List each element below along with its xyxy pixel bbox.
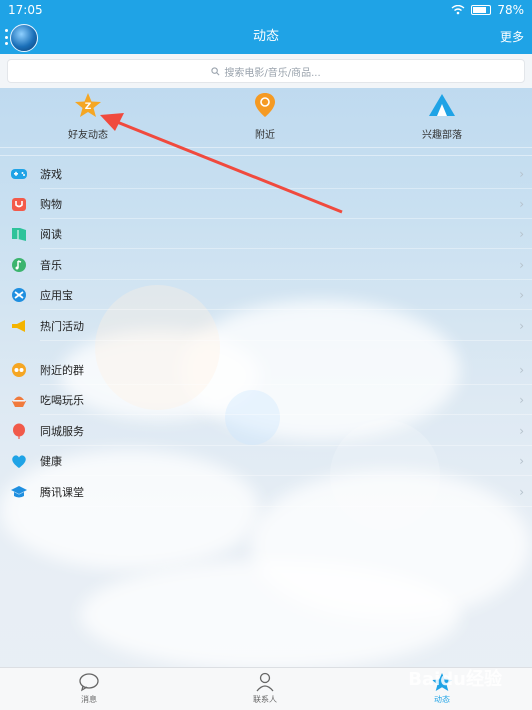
tab-label: 动态 [434, 695, 450, 704]
list-item-label: 健康 [40, 455, 62, 468]
location-pin-icon [255, 93, 275, 117]
tab-contacts[interactable]: 联系人 [225, 672, 305, 705]
cloud-decoration [80, 560, 460, 670]
chevron-right-icon: › [519, 258, 524, 272]
chevron-right-icon: › [519, 197, 524, 211]
megaphone-icon [12, 320, 25, 332]
chevron-right-icon: › [519, 424, 524, 438]
list-item-label: 音乐 [40, 259, 62, 272]
chevron-right-icon: › [519, 288, 524, 302]
message-bubble-icon [79, 673, 99, 692]
search-placeholder: 搜索电影/音乐/商品... [224, 67, 321, 79]
app-store-icon [12, 288, 26, 302]
tent-icon [429, 94, 455, 116]
heart-icon [12, 455, 26, 468]
app-header: 动态 更多 [0, 20, 532, 54]
status-bar: 17:05 78% [0, 0, 532, 20]
status-time: 17:05 [8, 3, 43, 17]
graduation-icon [11, 486, 27, 498]
star-z-icon: Z [75, 93, 101, 117]
shortcut-friends-feed[interactable]: Z 好友动态 [28, 92, 148, 141]
list-item[interactable]: 音乐 › [0, 250, 532, 280]
page-title: 动态 [252, 29, 279, 44]
music-icon [12, 258, 26, 272]
book-icon [12, 228, 26, 241]
list-item[interactable]: 吃喝玩乐 › [0, 385, 532, 415]
tab-messages[interactable]: 消息 [49, 672, 129, 705]
shortcut-label: 兴趣部落 [422, 130, 462, 141]
list-item-label: 游戏 [40, 168, 62, 181]
list-item[interactable]: 附近的群 › [0, 355, 532, 385]
chevron-right-icon: › [519, 363, 524, 377]
list-item[interactable]: 购物 › [0, 189, 532, 219]
wifi-icon [451, 5, 465, 15]
list-item-label: 吃喝玩乐 [40, 394, 84, 407]
battery-percent: 78% [497, 3, 524, 17]
list-item-label: 阅读 [40, 228, 62, 241]
divider [40, 248, 532, 249]
divider [40, 340, 532, 341]
divider [40, 309, 532, 310]
list-item-label: 应用宝 [40, 289, 73, 302]
list-item[interactable]: 健康 › [0, 446, 532, 476]
shortcut-label: 好友动态 [68, 130, 108, 141]
divider [0, 155, 532, 156]
divider [40, 506, 532, 507]
shopping-bag-icon [12, 198, 26, 211]
status-right: 78% [451, 3, 524, 17]
list-item[interactable]: 腾讯课堂 › [0, 477, 532, 507]
screen: 17:05 78% 动态 更多 搜索电影/音乐/商品... Z 好友动态 附近 … [0, 0, 532, 710]
divider [0, 147, 532, 148]
contact-person-icon [256, 672, 274, 692]
chevron-right-icon: › [519, 167, 524, 181]
list-item-label: 热门活动 [40, 320, 84, 333]
food-icon [12, 396, 26, 407]
list-item[interactable]: 阅读 › [0, 219, 532, 249]
tab-label: 消息 [81, 695, 97, 704]
svg-text:Z: Z [85, 102, 92, 112]
chevron-right-icon: › [519, 485, 524, 499]
nearby-group-icon [12, 363, 26, 377]
shortcut-interest-tribe[interactable]: 兴趣部落 [382, 92, 502, 141]
search-icon [211, 66, 220, 75]
list-item-label: 购物 [40, 198, 62, 211]
balloon-icon [13, 423, 25, 439]
list-item-label: 附近的群 [40, 364, 84, 377]
watermark: Baidu经验 [408, 669, 502, 690]
shortcut-label: 附近 [255, 130, 275, 141]
divider [40, 414, 532, 415]
list-item[interactable]: 同城服务 › [0, 416, 532, 446]
search-input[interactable]: 搜索电影/音乐/商品... [7, 59, 525, 83]
list-item[interactable]: 游戏 › [0, 159, 532, 189]
list-item-label: 同城服务 [40, 425, 84, 438]
more-button[interactable]: 更多 [500, 20, 524, 54]
chevron-right-icon: › [519, 319, 524, 333]
list-item[interactable]: 热门活动 › [0, 311, 532, 341]
chevron-right-icon: › [519, 227, 524, 241]
chevron-right-icon: › [519, 393, 524, 407]
divider [40, 475, 532, 476]
list-item[interactable]: 应用宝 › [0, 280, 532, 310]
shortcut-nearby[interactable]: 附近 [205, 92, 325, 141]
battery-icon [471, 5, 492, 15]
list-item-label: 腾讯课堂 [40, 486, 84, 499]
tab-label: 联系人 [253, 695, 277, 704]
gamepad-icon [11, 169, 27, 179]
search-bar-area: 搜索电影/音乐/商品... [0, 54, 532, 88]
chevron-right-icon: › [519, 454, 524, 468]
